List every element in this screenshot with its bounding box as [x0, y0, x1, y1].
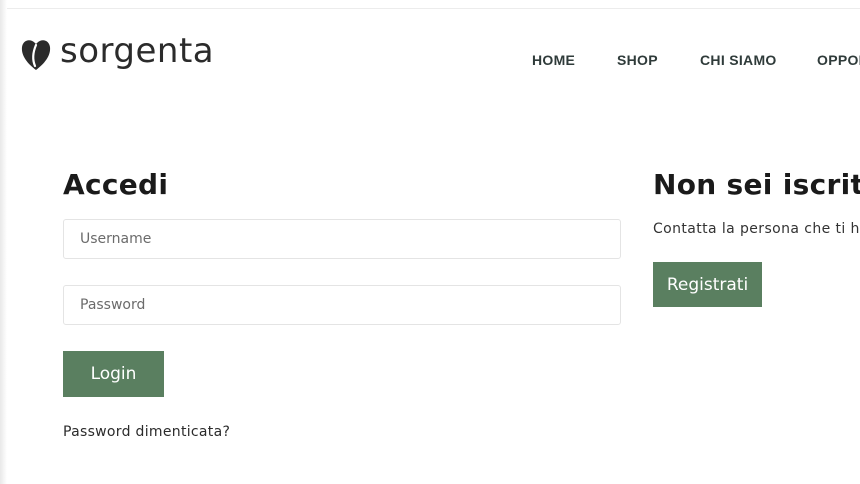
- nav-item-chi-siamo[interactable]: CHI SIAMO: [700, 52, 777, 68]
- nav-item-opportunita[interactable]: OPPOR: [817, 52, 860, 68]
- password-input[interactable]: [63, 285, 621, 325]
- register-text: Contatta la persona che ti h: [653, 221, 860, 237]
- nav-item-shop[interactable]: SHOP: [617, 52, 658, 68]
- top-strip: [0, 0, 860, 9]
- login-title: Accedi: [63, 168, 169, 201]
- register-title: Non sei iscritt: [653, 168, 860, 201]
- heart-leaf-icon: [20, 36, 52, 72]
- page: sorgenta HOME SHOP CHI SIAMO OPPOR Acced…: [0, 0, 860, 484]
- left-edge-shadow: [0, 0, 7, 484]
- register-button[interactable]: Registrati: [653, 262, 762, 307]
- login-button[interactable]: Login: [63, 351, 164, 397]
- logo-text: sorgenta: [60, 31, 215, 71]
- nav-item-home[interactable]: HOME: [532, 52, 575, 68]
- username-input[interactable]: [63, 219, 621, 259]
- forgot-password-link[interactable]: Password dimenticata?: [63, 424, 230, 440]
- site-logo[interactable]: sorgenta: [20, 31, 215, 72]
